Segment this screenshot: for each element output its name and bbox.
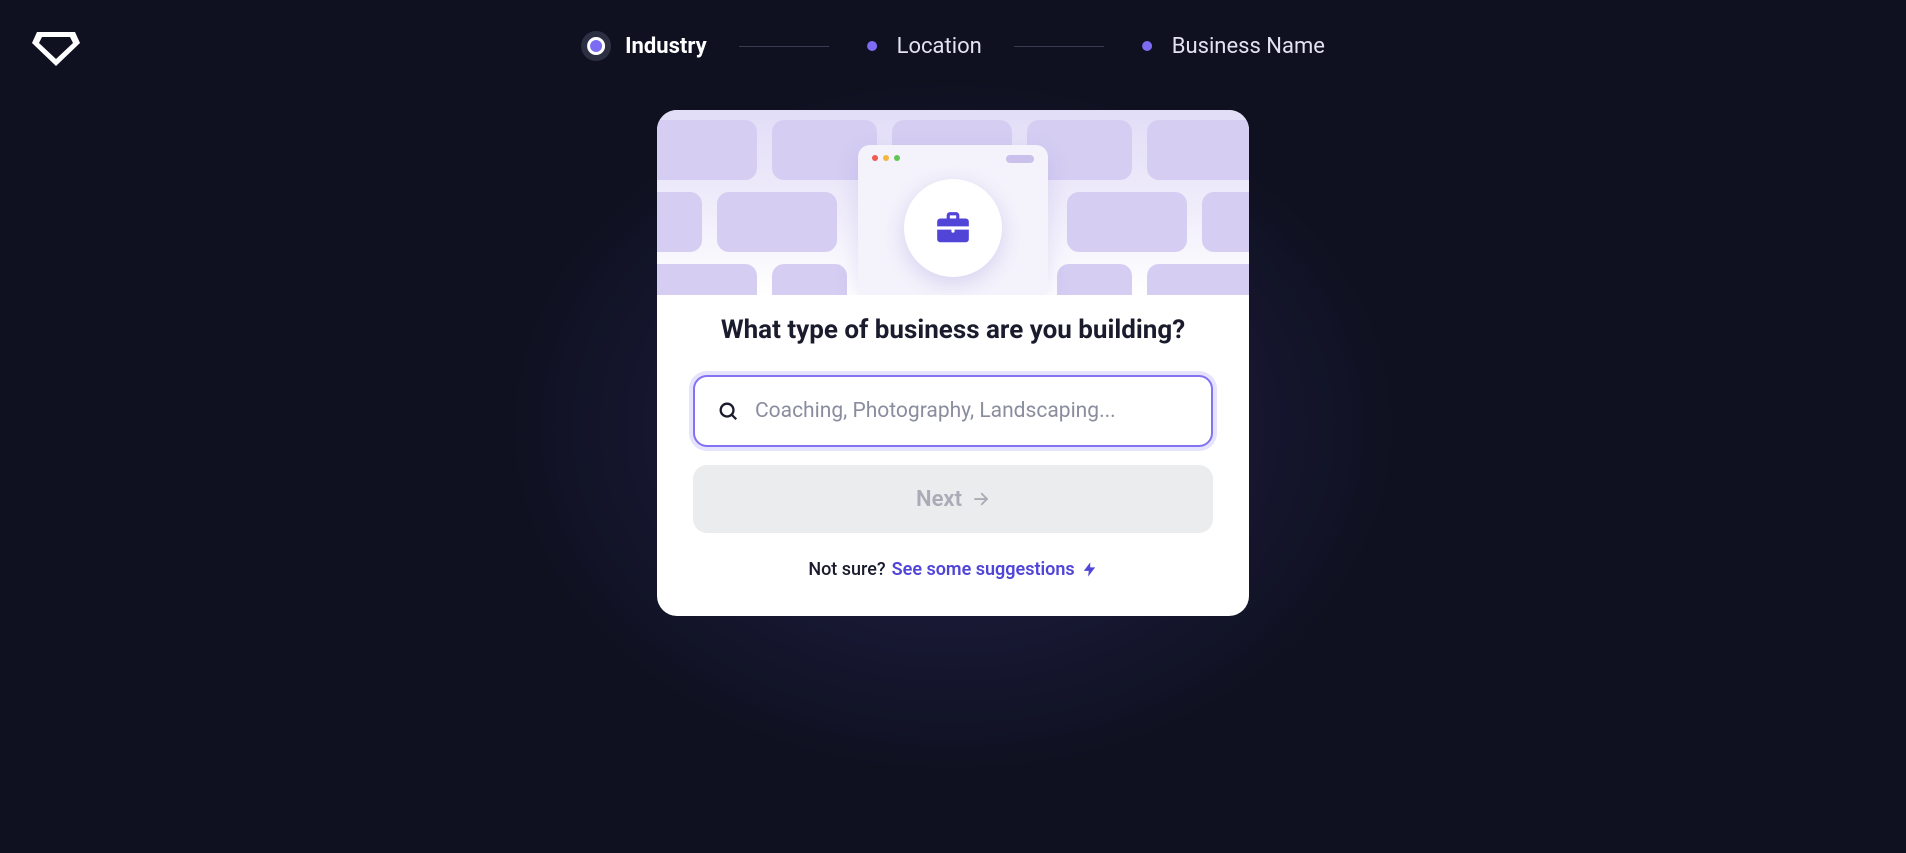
step-business-name[interactable]: Business Name — [1136, 34, 1325, 59]
next-button[interactable]: Next — [693, 465, 1213, 533]
next-button-label: Next — [916, 487, 962, 512]
logo-icon — [32, 26, 80, 66]
suggestions-link[interactable]: See some suggestions — [892, 559, 1075, 580]
bg-tile — [1057, 264, 1132, 295]
step-indicator-active — [581, 31, 611, 61]
browser-mockup — [858, 145, 1048, 295]
onboarding-card: What type of business are you building? … — [657, 110, 1249, 616]
suggestions-prefix: Not sure? — [808, 559, 885, 580]
search-wrapper — [693, 375, 1213, 447]
card-title: What type of business are you building? — [693, 315, 1213, 345]
bg-tile — [1147, 264, 1249, 295]
bg-tile — [657, 120, 757, 180]
bolt-icon — [1081, 561, 1098, 578]
arrow-right-icon — [972, 490, 990, 508]
bg-tile — [1067, 192, 1187, 252]
briefcase-circle — [904, 179, 1002, 277]
industry-search-input[interactable] — [693, 375, 1213, 447]
search-icon — [717, 400, 739, 422]
step-indicator-wrapper — [1136, 35, 1158, 57]
suggestions-row: Not sure? See some suggestions — [693, 559, 1213, 580]
step-industry[interactable]: Industry — [581, 31, 707, 61]
bg-tile — [717, 192, 837, 252]
step-indicator-inactive — [1142, 41, 1152, 51]
card-body: What type of business are you building? … — [657, 295, 1249, 616]
step-divider — [1014, 46, 1104, 47]
step-label: Location — [897, 34, 982, 59]
briefcase-icon — [934, 209, 972, 247]
stepper: Industry Location Business Name — [581, 31, 1325, 61]
step-label: Business Name — [1172, 34, 1325, 59]
header: Industry Location Business Name — [0, 0, 1906, 92]
browser-dot-yellow — [883, 155, 889, 161]
step-location[interactable]: Location — [861, 34, 982, 59]
bg-tile — [657, 192, 702, 252]
step-indicator-wrapper — [861, 35, 883, 57]
bg-tile — [657, 264, 757, 295]
step-indicator-inactive — [867, 41, 877, 51]
bg-tile — [1202, 192, 1249, 252]
browser-url-bar — [1006, 155, 1034, 163]
browser-dot-green — [894, 155, 900, 161]
browser-dot-red — [872, 155, 878, 161]
bg-tile — [1147, 120, 1249, 180]
card-illustration — [657, 110, 1249, 295]
step-label: Industry — [625, 34, 707, 59]
step-divider — [739, 46, 829, 47]
bg-tile — [772, 264, 847, 295]
